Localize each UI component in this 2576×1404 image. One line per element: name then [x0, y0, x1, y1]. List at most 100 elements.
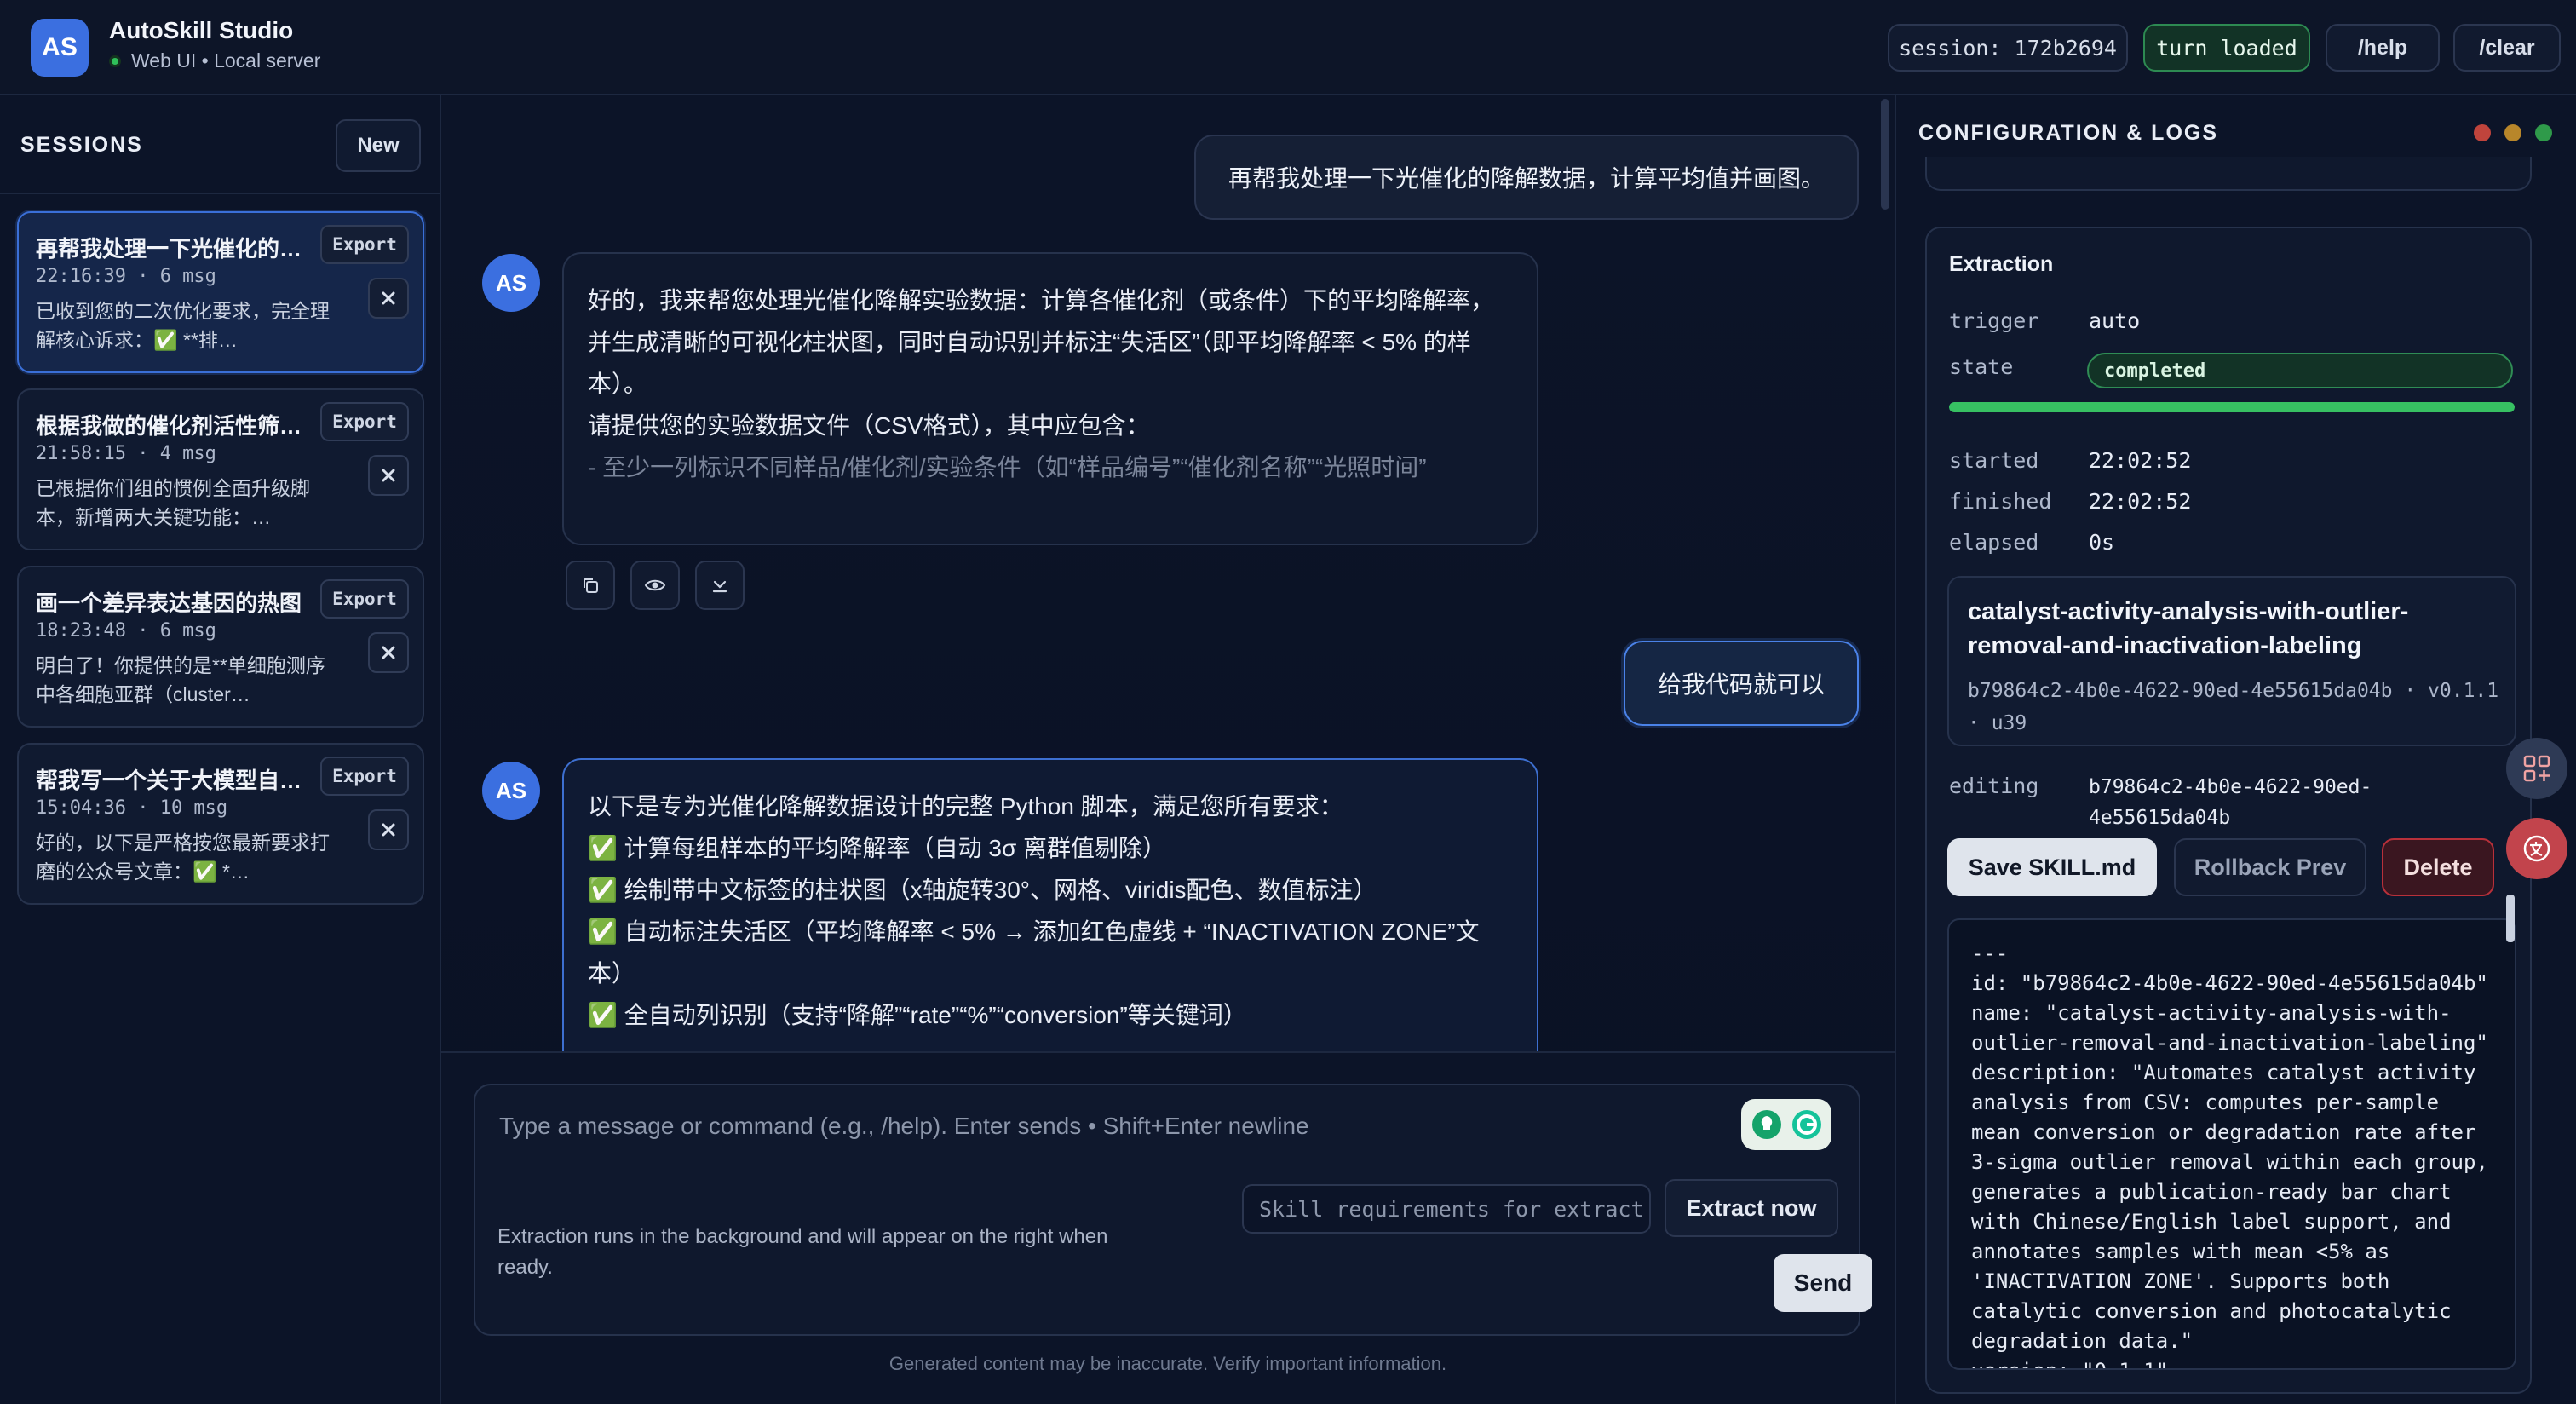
message-line: 并生成清晰的可视化柱状图，同时自动识别并标注“失活区”（即平均降解率 < 5% … — [588, 329, 1471, 355]
clear-button[interactable]: /clear — [2453, 24, 2561, 72]
message-line: ✅ 全自动列识别（支持“降解”“rate”“%”“conversion”等关键词… — [588, 1002, 1247, 1028]
server-status: Web UI • Local server — [109, 49, 320, 72]
session-meta: 15:04:36 · 10 msg — [36, 797, 228, 819]
close-icon — [382, 646, 395, 659]
session-meta: 18:23:48 · 6 msg — [36, 620, 216, 642]
turn-status-pill: turn loaded — [2143, 24, 2310, 72]
session-meta: 22:16:39 · 6 msg — [36, 266, 216, 287]
extraction-progress — [1949, 402, 2515, 412]
finished-label: finished — [1949, 489, 2052, 514]
delete-session-button[interactable] — [368, 455, 409, 496]
session-title: 帮我写一个关于大模型自动化 — [36, 768, 317, 793]
close-icon — [382, 291, 395, 305]
collapse-button[interactable] — [695, 561, 745, 610]
help-button[interactable]: /help — [2326, 24, 2440, 72]
extract-now-button[interactable]: Extract now — [1665, 1179, 1838, 1237]
sessions-sidebar: SESSIONS New 再帮我处理一下光催化的降解数据，计算平均值并画图。 2… — [0, 95, 441, 1404]
message-line: ✅ 自动标注失活区（平均降解率 < 5% → 添加红色虚线 + “INACTIV… — [588, 918, 1480, 945]
message-line: 本）。 — [588, 371, 648, 397]
session-card[interactable]: 根据我做的催化剂活性筛选数据 21:58:15 · 4 msg 已根据你们组的惯… — [17, 388, 424, 550]
session-preview: 已收到您的二次优化要求，完全理解核心诉求：✅ **排… — [36, 300, 330, 351]
bulb-icon — [1751, 1110, 1781, 1139]
session-card[interactable]: 帮我写一个关于大模型自动化 15:04:36 · 10 msg 好的，以下是严格… — [17, 743, 424, 905]
message-input[interactable]: Type a message or command (e.g., /help).… — [499, 1113, 1309, 1140]
skill-md-editor[interactable]: --- id: "b79864c2-4b0e-4622-90ed-4e55615… — [1947, 918, 2516, 1370]
copy-icon — [584, 578, 598, 593]
started-value: 22:02:52 — [2089, 448, 2192, 473]
chat-scrollbar[interactable] — [1881, 99, 1889, 210]
export-button[interactable]: Export — [320, 402, 409, 441]
composer-area: Type a message or command (e.g., /help).… — [441, 1051, 1895, 1404]
close-window-icon[interactable] — [2474, 124, 2491, 141]
previous-card — [1925, 157, 2532, 191]
export-button[interactable]: Export — [320, 757, 409, 796]
sessions-title: SESSIONS — [20, 133, 143, 157]
save-skill-button[interactable]: Save SKILL.md — [1947, 838, 2157, 896]
skill-requirements-input[interactable]: Skill requirements for extract — [1242, 1184, 1651, 1234]
minimize-window-icon[interactable] — [2504, 124, 2521, 141]
message-composer[interactable]: Type a message or command (e.g., /help).… — [474, 1084, 1872, 1336]
extraction-card: Extraction trigger auto state completed … — [1925, 227, 2532, 1394]
skill-id: b79864c2-4b0e-4622-90ed-4e55615da04b · v… — [1968, 680, 2499, 734]
panel-title: CONFIGURATION & LOGS — [1918, 121, 2219, 145]
finished-value: 22:02:52 — [2089, 489, 2192, 514]
close-icon — [382, 823, 395, 837]
session-preview: 已根据你们组的惯例全面升级脚本，新增两大关键功能：… — [36, 477, 310, 528]
message-line: 请提供您的实验数据文件（CSV格式），其中应包含： — [588, 412, 1150, 439]
maximize-window-icon[interactable] — [2535, 124, 2552, 141]
chat-area: 再帮我处理一下光催化的降解数据，计算平均值并画图。 AS 好的，我来帮您处理光催… — [441, 95, 1895, 1404]
grammar-icon — [1791, 1110, 1821, 1139]
session-card[interactable]: 再帮我处理一下光催化的降解数据，计算平均值并画图。 22:16:39 · 6 m… — [17, 211, 424, 373]
preview-button[interactable] — [630, 561, 680, 610]
send-button[interactable]: Send — [1774, 1254, 1872, 1312]
message-line: 好的，我来帮您处理光催化降解实验数据：计算各催化剂（或条件）下的平均降解率， — [588, 287, 1495, 314]
editing-value: b79864c2-4b0e-4622-90ed-4e55615da04b — [2089, 776, 2372, 829]
delete-skill-button[interactable]: Delete — [2382, 838, 2494, 896]
session-title: 根据我做的催化剂活性筛选数据 — [36, 413, 317, 439]
config-logs-panel: CONFIGURATION & LOGS Extraction trigger … — [1895, 95, 2576, 1404]
delete-session-button[interactable] — [368, 809, 409, 850]
assistant-avatar: AS — [482, 254, 540, 312]
export-button[interactable]: Export — [320, 225, 409, 264]
delete-session-button[interactable] — [368, 632, 409, 673]
chevron-down-icon — [712, 580, 727, 593]
user-message: 再帮我处理一下光催化的降解数据，计算平均值并画图。 — [1194, 135, 1859, 220]
writing-assistant-button[interactable] — [1741, 1099, 1831, 1150]
app-logo: AS — [31, 19, 89, 77]
assistant-message: 以下是专为光催化降解数据设计的完整 Python 脚本，满足您所有要求： ✅ 计… — [562, 758, 1538, 1051]
app-title: AutoSkill Studio — [109, 17, 294, 43]
new-session-button[interactable]: New — [336, 119, 421, 172]
app-header: AS AutoSkill Studio Web UI • Local serve… — [0, 0, 2576, 95]
state-badge: completed — [2087, 353, 2513, 388]
session-id-pill: session: 172b2694 — [1888, 24, 2128, 72]
session-meta: 21:58:15 · 4 msg — [36, 443, 216, 464]
copy-button[interactable] — [566, 561, 615, 610]
session-preview: 明白了！你提供的是**单细胞测序中各细胞亚群（cluster… — [36, 654, 325, 705]
session-title: 再帮我处理一下光催化的降解数据，计算平均值并画图。 — [36, 236, 317, 262]
rollback-prev-button[interactable]: Rollback Prev — [2174, 838, 2366, 896]
user-message: 给我代码就可以 — [1624, 641, 1859, 726]
session-card[interactable]: 画一个差异表达基因的热图 18:23:48 · 6 msg 明白了！你提供的是*… — [17, 566, 424, 728]
app-subtitle: Web UI • Local server — [131, 49, 321, 72]
export-button[interactable]: Export — [320, 579, 409, 619]
skill-name: catalyst-activity-analysis-with-outlier-… — [1968, 598, 2409, 659]
close-icon — [382, 469, 395, 482]
assistant-avatar: AS — [482, 762, 540, 820]
editor-scrollbar[interactable] — [2506, 895, 2515, 942]
message-line: 本） — [588, 960, 636, 987]
message-line: ✅ 绘制带中文标签的柱状图（x轴旋转30°、网格、viridis配色、数值标注） — [588, 877, 1377, 903]
session-title: 画一个差异表达基因的热图 — [36, 590, 302, 616]
progress-fill — [1949, 402, 2515, 412]
translate-icon — [2523, 835, 2550, 862]
started-label: started — [1949, 448, 2039, 473]
message-list[interactable]: 再帮我处理一下光催化的降解数据，计算平均值并画图。 AS 好的，我来帮您处理光催… — [441, 95, 1895, 1051]
session-preview: 好的，以下是严格按您最新要求打磨的公众号文章：✅ *… — [36, 831, 330, 883]
eye-icon — [644, 579, 666, 591]
translate-floating-button[interactable] — [2506, 818, 2567, 879]
elapsed-label: elapsed — [1949, 530, 2039, 555]
apps-floating-button[interactable] — [2506, 738, 2567, 799]
delete-session-button[interactable] — [368, 278, 409, 319]
skill-card[interactable]: catalyst-activity-analysis-with-outlier-… — [1947, 576, 2516, 746]
editing-label: editing — [1949, 774, 2039, 798]
elapsed-value: 0s — [2089, 530, 2115, 555]
